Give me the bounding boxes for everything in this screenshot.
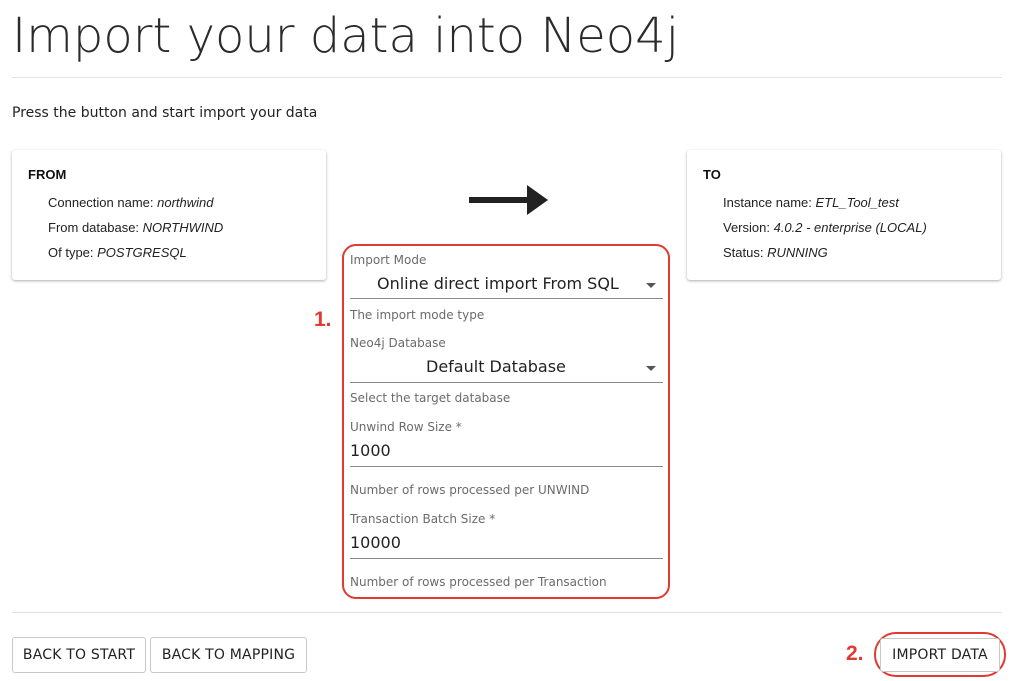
from-database: From database: NORTHWIND xyxy=(48,215,310,240)
back-to-mapping-button[interactable]: BACK TO MAPPING xyxy=(150,637,307,673)
to-instance-value: ETL_Tool_test xyxy=(815,195,899,210)
to-status-value: RUNNING xyxy=(767,245,828,260)
page-title: Import your data into Neo4j xyxy=(12,8,680,64)
import-mode-helper: The import mode type xyxy=(350,308,485,322)
batch-size-input[interactable]: 10000 xyxy=(350,533,401,552)
unwind-row-size-helper: Number of rows processed per UNWIND xyxy=(350,483,590,497)
unwind-row-size-underline xyxy=(350,466,663,467)
batch-size-underline xyxy=(350,558,663,559)
title-divider xyxy=(12,77,1002,78)
to-status-label: Status: xyxy=(723,245,768,260)
database-label: Neo4j Database xyxy=(350,336,446,350)
import-mode-select[interactable]: Online direct import From SQL xyxy=(377,274,619,293)
to-status: Status: RUNNING xyxy=(723,240,985,265)
batch-size-label: Transaction Batch Size * xyxy=(350,512,496,526)
batch-size-helper: Number of rows processed per Transaction xyxy=(350,575,607,589)
from-type-label: Of type: xyxy=(48,245,98,260)
footer-divider xyxy=(12,612,1002,613)
arrow-right-icon xyxy=(469,185,548,215)
from-type: Of type: POSTGRESQL xyxy=(48,240,310,265)
back-to-start-button[interactable]: BACK TO START xyxy=(12,637,146,673)
step-1-marker: 1. xyxy=(314,308,332,331)
step-2-marker: 2. xyxy=(846,642,864,665)
database-helper: Select the target database xyxy=(350,391,511,405)
to-version-value: 4.0.2 - enterprise (LOCAL) xyxy=(773,220,927,235)
from-database-label: From database: xyxy=(48,220,143,235)
from-card: FROM Connection name: northwind From dat… xyxy=(12,150,326,280)
to-instance-label: Instance name: xyxy=(723,195,816,210)
unwind-row-size-label: Unwind Row Size * xyxy=(350,420,462,434)
to-version-label: Version: xyxy=(723,220,774,235)
from-database-value: NORTHWIND xyxy=(142,220,224,235)
to-card: TO Instance name: ETL_Tool_test Version:… xyxy=(687,150,1001,280)
import-mode-label: Import Mode xyxy=(350,253,427,267)
caret-down-icon[interactable] xyxy=(646,366,656,371)
unwind-row-size-input[interactable]: 1000 xyxy=(350,441,391,460)
from-connection-name: Connection name: northwind xyxy=(48,190,310,215)
page-subtitle: Press the button and start import your d… xyxy=(12,105,318,121)
database-select[interactable]: Default Database xyxy=(426,357,566,376)
to-instance-name: Instance name: ETL_Tool_test xyxy=(723,190,985,215)
to-version: Version: 4.0.2 - enterprise (LOCAL) xyxy=(723,215,985,240)
from-connection-label: Connection name: xyxy=(48,195,158,210)
from-type-value: POSTGRESQL xyxy=(97,245,187,260)
import-mode-underline xyxy=(350,298,663,299)
from-connection-value: northwind xyxy=(157,195,214,210)
import-data-button[interactable]: IMPORT DATA xyxy=(880,638,1000,672)
caret-down-icon[interactable] xyxy=(646,283,656,288)
to-heading: TO xyxy=(703,167,721,182)
from-heading: FROM xyxy=(28,167,67,182)
database-underline xyxy=(350,382,663,383)
